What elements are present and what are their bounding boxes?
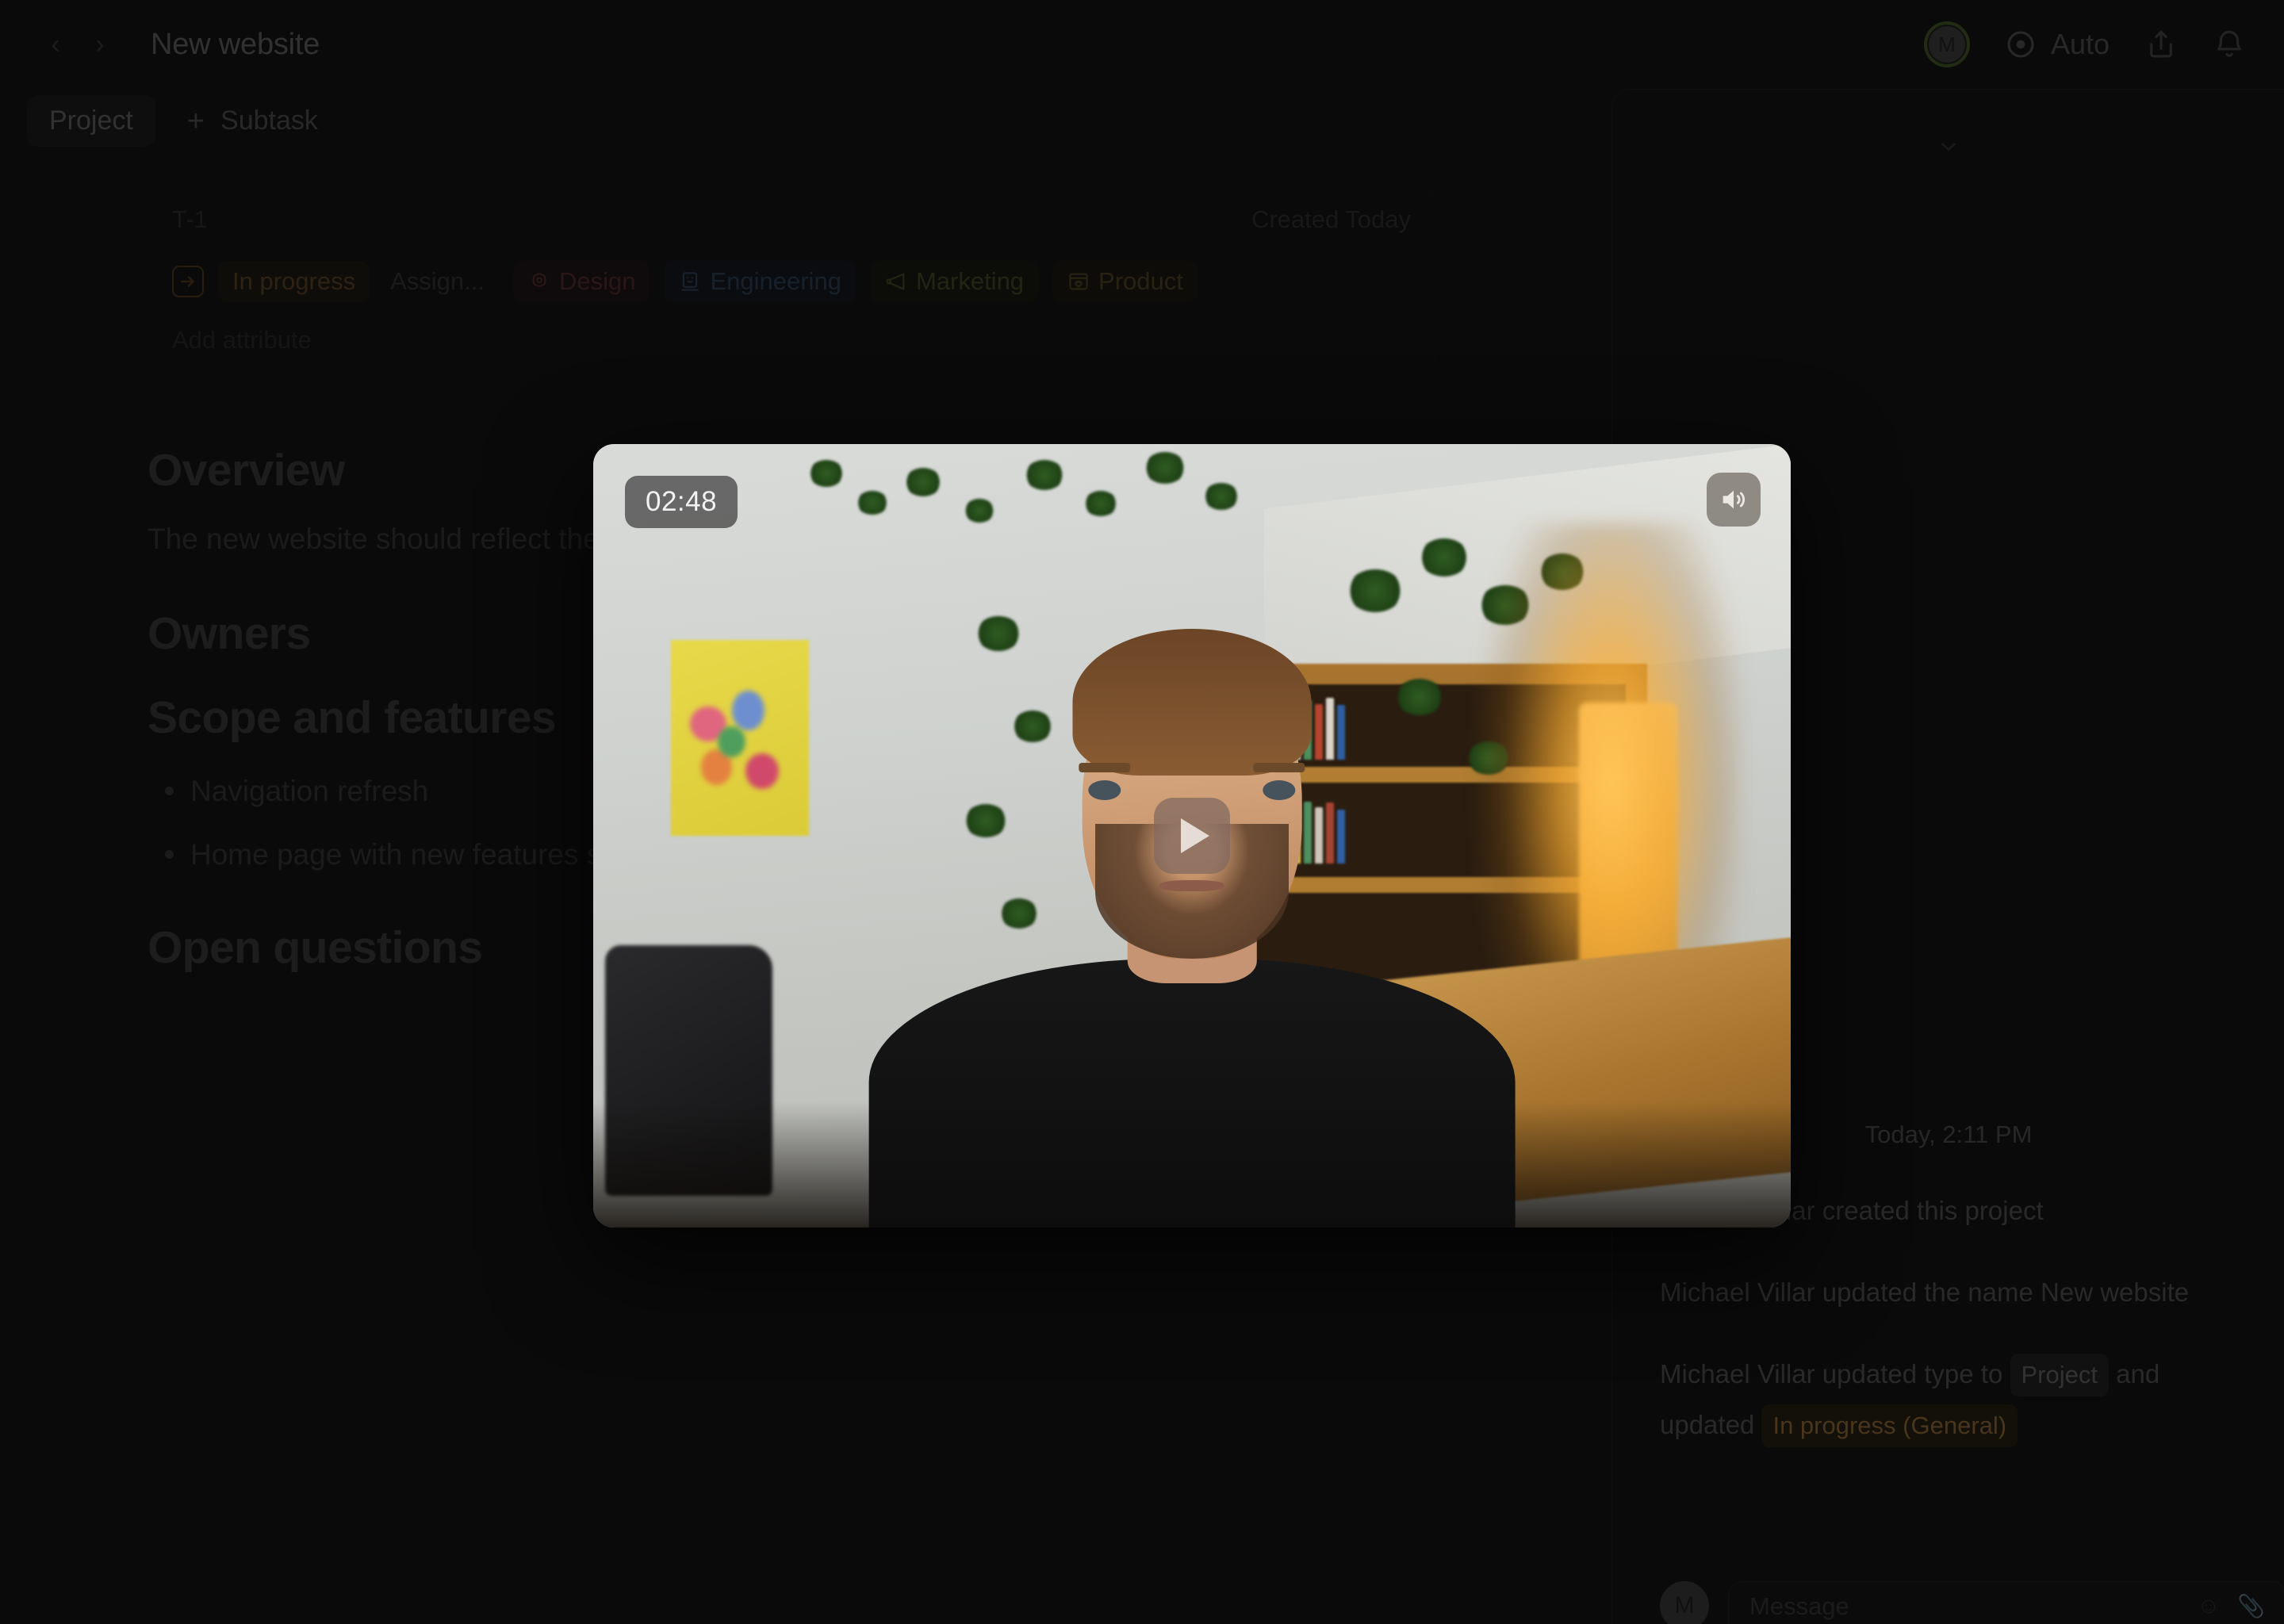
tag-label-design: Design [558, 267, 636, 295]
attribute-card-header: T-1 Created Today [172, 205, 1411, 234]
created-label: Created Today [1251, 205, 1411, 233]
chevron-down-icon [1941, 143, 1956, 151]
megaphone-icon [886, 273, 905, 290]
tag-chip-engineering[interactable]: Engineering [664, 261, 856, 302]
tag-chip-marketing[interactable]: Marketing [869, 261, 1039, 302]
status-chip[interactable]: In progress [218, 261, 370, 302]
share-icon[interactable] [2144, 26, 2178, 63]
header-actions: M Auto [1923, 21, 2246, 67]
speaker-on-icon [1723, 490, 1745, 509]
avatar-initial: M [1928, 26, 1965, 63]
window-heart-icon [1069, 273, 1088, 290]
app-root: ‹ › New website M Auto Project + Subtask… [0, 0, 2284, 1624]
tab-project[interactable]: Project [27, 95, 155, 147]
comment-input[interactable]: Message ☺ 📎 [1728, 1581, 2284, 1624]
video-subject [868, 616, 1516, 1228]
panel-collapse-button[interactable] [1926, 131, 1971, 163]
activity-chip-type: Project [2010, 1354, 2109, 1397]
forward-button[interactable]: › [82, 27, 117, 62]
tag-label-engineering: Engineering [710, 267, 841, 295]
back-button[interactable]: ‹ [38, 27, 73, 62]
bell-icon[interactable] [2213, 26, 2246, 63]
play-icon [1180, 818, 1209, 853]
record-icon [2007, 31, 2034, 58]
plus-icon: + [186, 104, 205, 138]
auto-label: Auto [2050, 28, 2110, 60]
tab-bar: Project + Subtask [27, 95, 331, 147]
task-id: T-1 [172, 205, 208, 233]
activity-item-type-update: Michael Villar updated type to Project a… [1660, 1354, 2237, 1448]
flower-icon [532, 273, 546, 288]
tag-chip-design[interactable]: Design [512, 261, 650, 302]
add-subtask-button[interactable]: + Subtask [174, 95, 331, 147]
tag-label-marketing: Marketing [915, 267, 1025, 295]
comment-placeholder: Message [1749, 1591, 1849, 1620]
add-attribute-button[interactable]: Add attribute [172, 326, 1411, 354]
assignee-chip[interactable]: Assign... [384, 261, 499, 302]
composer-actions: ☺ 📎 [2198, 1593, 2265, 1619]
nav-arrows: ‹ › [38, 27, 117, 62]
attachment-icon[interactable]: 📎 [2237, 1593, 2265, 1619]
emoji-icon[interactable]: ☺ [2198, 1593, 2221, 1619]
activity-chip-status: In progress (General) [1761, 1404, 2018, 1448]
composer-avatar: M [1660, 1581, 1709, 1624]
video-player[interactable]: 02:48 [593, 444, 1791, 1228]
tag-chip-product[interactable]: Product [1052, 261, 1198, 302]
play-button[interactable] [1154, 798, 1230, 874]
attribute-chips: In progress Assign... Design Engineering [172, 261, 1411, 302]
page-title: New website [151, 27, 320, 61]
avatar[interactable]: M [1923, 21, 1970, 67]
activity-item: Michael Villar updated the name New webs… [1660, 1277, 2190, 1308]
scene-painting [671, 640, 809, 836]
comment-composer: M Message ☺ 📎 [1660, 1581, 2284, 1624]
app-header: ‹ › New website M Auto [0, 0, 2284, 89]
laptop-icon [681, 272, 699, 291]
auto-mode-button[interactable]: Auto [2005, 28, 2110, 61]
volume-button[interactable] [1707, 473, 1761, 527]
tag-label-product: Product [1098, 267, 1183, 295]
add-subtask-label: Subtask [220, 105, 318, 136]
attribute-card: T-1 Created Today In progress Assign... … [148, 187, 1435, 373]
status-arrow-icon [172, 266, 204, 297]
activity-text-prefix: Michael Villar updated type to [1660, 1359, 2003, 1389]
video-elapsed-badge: 02:48 [625, 476, 738, 528]
